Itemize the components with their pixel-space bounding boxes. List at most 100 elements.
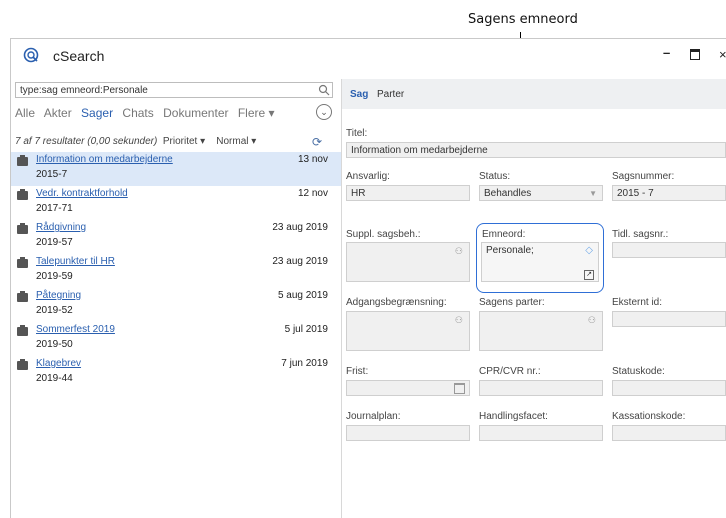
kassation-field[interactable]: [612, 425, 726, 441]
tab-parter[interactable]: Parter: [377, 89, 404, 100]
result-number: 2019-44: [36, 373, 73, 384]
status-value: Behandles: [484, 188, 532, 199]
result-title[interactable]: Talepunkter til HR: [36, 256, 115, 267]
results-status: 7 af 7 resultater (0,00 sekunder) Priori…: [15, 136, 256, 147]
chevron-down-icon[interactable]: ⌄: [316, 104, 332, 120]
sagsnummer-field[interactable]: 2015 - 7: [612, 185, 726, 201]
result-date: 13 nov: [297, 154, 328, 165]
result-date: 23 aug 2019: [272, 256, 328, 267]
eksternt-field[interactable]: [612, 311, 726, 327]
frist-field[interactable]: [346, 380, 470, 396]
result-number: 2019-52: [36, 305, 73, 316]
handling-field[interactable]: [479, 425, 603, 441]
list-item[interactable]: Rådgivning 2019-57 23 aug 2019: [11, 220, 341, 254]
app-search-icon: [23, 47, 39, 63]
filter-sager[interactable]: Sager: [81, 106, 113, 120]
filter-chats[interactable]: Chats: [122, 106, 153, 120]
tab-sag[interactable]: Sag: [350, 89, 368, 100]
list-item[interactable]: Talepunkter til HR 2019-59 23 aug 2019: [11, 254, 341, 288]
search-input[interactable]: type:sag emneord:Personale: [15, 82, 333, 98]
suppl-field[interactable]: ⚇: [346, 242, 470, 282]
result-number: 2019-50: [36, 339, 73, 350]
result-number: 2017-71: [36, 203, 73, 214]
result-title[interactable]: Vedr. kontraktforhold: [36, 188, 128, 199]
people-icon[interactable]: ⚇: [588, 313, 596, 328]
calendar-icon[interactable]: [454, 383, 465, 394]
priority-dropdown[interactable]: Prioritet ▾: [163, 136, 205, 147]
result-date: 5 aug 2019: [277, 290, 328, 301]
normal-dropdown[interactable]: Normal ▾: [216, 136, 256, 147]
case-icon: [17, 223, 28, 234]
result-date: 23 aug 2019: [272, 222, 328, 233]
titel-label: Titel:: [346, 128, 368, 139]
result-date: 5 jul 2019: [284, 324, 328, 335]
tab-bar: Sag Parter: [342, 79, 726, 109]
cpr-label: CPR/CVR nr.:: [479, 366, 541, 377]
journal-label: Journalplan:: [346, 411, 401, 422]
case-icon: [17, 155, 28, 166]
ansvarlig-field[interactable]: HR: [346, 185, 470, 201]
result-title[interactable]: Sommerfest 2019: [36, 324, 115, 335]
list-item[interactable]: Vedr. kontraktforhold 2017-71 12 nov: [11, 186, 341, 220]
search-refresh-icon[interactable]: ⟳: [312, 135, 322, 149]
emneord-value: Personale;: [486, 245, 534, 256]
filter-flere[interactable]: Flere ▾: [238, 106, 275, 120]
result-number: 2015-7: [36, 169, 68, 180]
tidl-field[interactable]: [612, 242, 726, 258]
handling-label: Handlingsfacet:: [479, 411, 548, 422]
kassation-label: Kassationskode:: [612, 411, 686, 422]
title-bar: cSearch – ×: [11, 39, 726, 73]
statuskode-field[interactable]: [612, 380, 726, 396]
result-number: 2019-57: [36, 237, 73, 248]
ansvarlig-value: HR: [351, 188, 366, 199]
tag-icon[interactable]: ◇: [585, 243, 593, 258]
frist-label: Frist:: [346, 366, 369, 377]
parter-field[interactable]: ⚇: [479, 311, 603, 351]
list-item[interactable]: Information om medarbejderne 2015-7 13 n…: [11, 152, 341, 186]
suppl-label: Suppl. sagsbeh.:: [346, 229, 421, 240]
sagsnummer-label: Sagsnummer:: [612, 171, 675, 182]
list-item[interactable]: Påtegning 2019-52 5 aug 2019: [11, 288, 341, 322]
result-title[interactable]: Klagebrev: [36, 358, 81, 369]
journal-field[interactable]: [346, 425, 470, 441]
titel-value: Information om medarbejderne: [351, 145, 488, 156]
titel-field[interactable]: Information om medarbejderne: [346, 142, 726, 158]
ansvarlig-label: Ansvarlig:: [346, 171, 390, 182]
filter-alle[interactable]: Alle: [15, 106, 35, 120]
adgang-field[interactable]: ⚇: [346, 311, 470, 351]
result-date: 7 jun 2019: [281, 358, 328, 369]
edit-icon[interactable]: ↗: [584, 270, 594, 280]
emneord-field[interactable]: Personale; ◇ ↗: [481, 242, 599, 282]
minimize-button[interactable]: –: [663, 45, 670, 60]
callout-label: Sagens emneord: [468, 12, 578, 27]
eksternt-label: Eksternt id:: [612, 297, 663, 308]
case-icon: [17, 257, 28, 268]
result-title[interactable]: Påtegning: [36, 290, 81, 301]
list-item[interactable]: Klagebrev 2019-44 7 jun 2019: [11, 356, 341, 390]
maximize-button[interactable]: [690, 49, 700, 60]
close-button[interactable]: ×: [719, 47, 726, 62]
case-icon: [17, 325, 28, 336]
results-list: Information om medarbejderne 2015-7 13 n…: [11, 152, 341, 390]
case-icon: [17, 359, 28, 370]
statuskode-label: Statuskode:: [612, 366, 665, 377]
status-label: Status:: [479, 171, 511, 182]
search-icon[interactable]: [318, 84, 330, 96]
sagsnummer-value: 2015 - 7: [617, 188, 654, 199]
chevron-down-icon: ▼: [589, 189, 597, 198]
result-date: 12 nov: [297, 188, 328, 199]
filter-akter[interactable]: Akter: [44, 106, 72, 120]
filter-dokumenter[interactable]: Dokumenter: [163, 106, 228, 120]
status-select[interactable]: Behandles ▼: [479, 185, 603, 201]
case-icon: [17, 291, 28, 302]
case-detail-pane: Sag Parter Titel: Information om medarbe…: [342, 79, 726, 518]
filter-bar: Alle Akter Sager Chats Dokumenter Flere …: [15, 106, 281, 120]
case-icon: [17, 189, 28, 200]
cpr-field[interactable]: [479, 380, 603, 396]
result-title[interactable]: Information om medarbejderne: [36, 154, 173, 165]
people-icon[interactable]: ⚇: [455, 313, 463, 328]
list-item[interactable]: Sommerfest 2019 2019-50 5 jul 2019: [11, 322, 341, 356]
emneord-label: Emneord:: [482, 229, 526, 240]
people-icon[interactable]: ⚇: [455, 244, 463, 259]
result-title[interactable]: Rådgivning: [36, 222, 86, 233]
